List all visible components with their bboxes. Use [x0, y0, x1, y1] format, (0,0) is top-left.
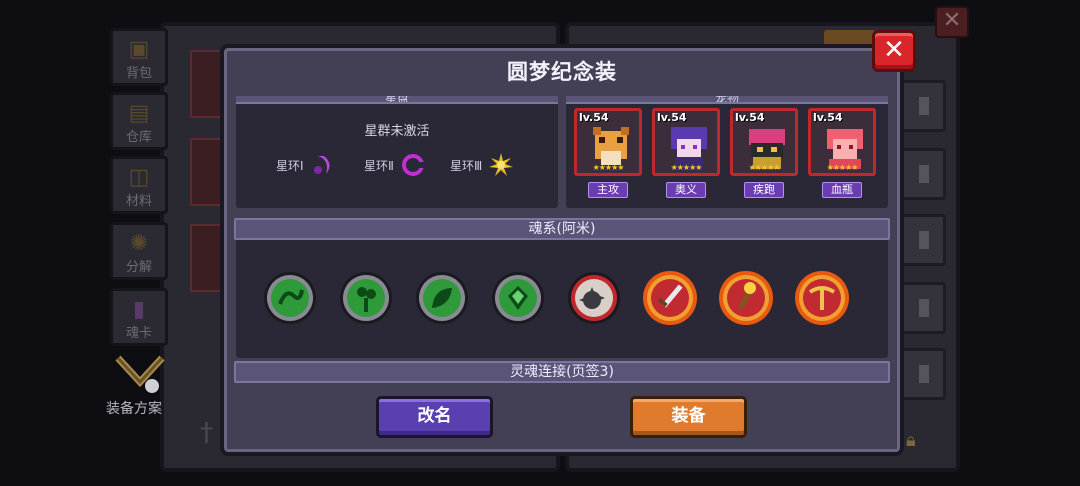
rename-button[interactable]: 改名 — [376, 396, 493, 438]
dialog-title: 圆梦纪念装 — [507, 60, 617, 84]
pet-stars: ★★★★★ — [748, 163, 781, 172]
purple-crescent-icon — [313, 156, 330, 174]
gold-sun-icon — [489, 153, 514, 176]
bg-slot — [900, 148, 946, 200]
equip-button[interactable]: 装备 — [630, 396, 747, 438]
side-tab-materials[interactable]: ◫ 材料 — [110, 156, 168, 214]
constellation-panel: 星盘 星群未激活 星环Ⅰ 星环Ⅱ 星环Ⅲ — [236, 96, 558, 208]
red-spiked-ball-skill-icon — [568, 272, 620, 324]
bg-slot — [900, 282, 946, 334]
soul-card-icon: ▮ — [132, 297, 146, 322]
constellation-status: 星群未激活 — [364, 124, 430, 139]
flame-sword-skill-icon — [643, 271, 697, 325]
star-ring-1[interactable]: 星环Ⅰ — [276, 152, 336, 178]
equipment-scheme-label[interactable]: 装备方案 — [106, 398, 162, 418]
companions-header: 宠物 — [566, 96, 888, 104]
pet-stars: ★★★★★ — [826, 163, 859, 172]
pet-role-badge: 疾跑 — [744, 182, 784, 198]
star-ring-label: 星环Ⅰ — [276, 158, 304, 173]
soul-link-header: 灵魂连接(页签3) — [234, 361, 890, 383]
green-leaf-skill-icon — [416, 272, 468, 324]
pet-slot-2[interactable]: lv.54 ★★★★★ — [652, 108, 720, 176]
pet-role-badge: 主攻 — [588, 182, 628, 198]
green-serpent-skill-icon — [264, 272, 316, 324]
side-tab-label: 魂卡 — [125, 326, 152, 341]
side-tab-bag[interactable]: ▣ 背包 — [110, 28, 168, 86]
equipment-scheme-icon[interactable] — [112, 352, 168, 398]
flame-torch-skill-icon — [719, 271, 773, 325]
constellation-header: 星盘 — [236, 96, 558, 104]
skill-slot-4[interactable] — [490, 270, 546, 326]
star-ring-2[interactable]: 星环Ⅱ — [364, 152, 426, 178]
pet-slot-1[interactable]: lv.54 ★★★★★ — [574, 108, 642, 176]
star-ring-label: 星环Ⅱ — [364, 158, 394, 173]
green-emerald-skill-icon — [492, 272, 544, 324]
sword-icon: † — [200, 418, 213, 448]
skill-slot-8[interactable] — [794, 270, 850, 326]
materials-icon: ◫ — [128, 165, 150, 190]
bg-slot — [900, 348, 946, 400]
star-ring-label: 星环Ⅲ — [450, 158, 483, 173]
close-icon: ✕ — [883, 35, 905, 65]
pet-slot-3[interactable]: lv.54 ★★★★★ — [730, 108, 798, 176]
pet-role-badge: 血瓶 — [822, 182, 862, 198]
skill-slot-3[interactable] — [414, 270, 470, 326]
bg-slot — [900, 214, 946, 266]
pet-stars: ★★★★★ — [670, 163, 703, 172]
side-tab-label: 背包 — [125, 66, 152, 81]
skill-slot-1[interactable] — [262, 270, 318, 326]
side-tab-label: 材料 — [125, 194, 152, 209]
side-tab-label: 仓库 — [125, 130, 152, 145]
lock-icon: 🔒︎ — [906, 430, 916, 451]
pet-stars: ★★★★★ — [592, 163, 625, 172]
skill-slot-7[interactable] — [718, 270, 774, 326]
game-screen: ▣ 背包 ▤ 仓库 ◫ 材料 ✺ 分解 ▮ 魂卡 装备方案 🔒︎ † ✕ 圆梦纪… — [0, 0, 1080, 486]
close-button[interactable]: ✕ — [872, 30, 916, 72]
magenta-ring-icon — [401, 154, 424, 176]
skill-slot-2[interactable] — [338, 270, 394, 326]
skill-slot-5[interactable] — [566, 270, 622, 326]
side-tab-decompose[interactable]: ✺ 分解 — [110, 222, 168, 280]
companions-panel: 宠物 lv.54 ★★★★★ 主攻 lv.54 ★★★★★ 奥义 lv.54 ★… — [566, 96, 888, 208]
star-ring-3[interactable]: 星环Ⅲ — [450, 152, 514, 178]
pet-role-badge: 奥义 — [666, 182, 706, 198]
green-clover-skill-icon — [340, 272, 392, 324]
soul-section-header: 魂系(阿米) — [234, 218, 890, 240]
side-tab-warehouse[interactable]: ▤ 仓库 — [110, 92, 168, 150]
skill-slot-6[interactable] — [642, 270, 698, 326]
warehouse-icon: ▤ — [128, 101, 150, 126]
side-tab-label: 分解 — [125, 260, 152, 275]
bag-icon: ▣ — [128, 37, 150, 62]
bg-close-icon: ✕ — [935, 6, 969, 38]
decompose-icon: ✺ — [129, 231, 149, 256]
pet-slot-4[interactable]: lv.54 ★★★★★ — [808, 108, 876, 176]
side-tab-soul-card[interactable]: ▮ 魂卡 — [110, 288, 168, 346]
bg-slot — [900, 80, 946, 132]
flame-crossbow-skill-icon — [795, 271, 849, 325]
